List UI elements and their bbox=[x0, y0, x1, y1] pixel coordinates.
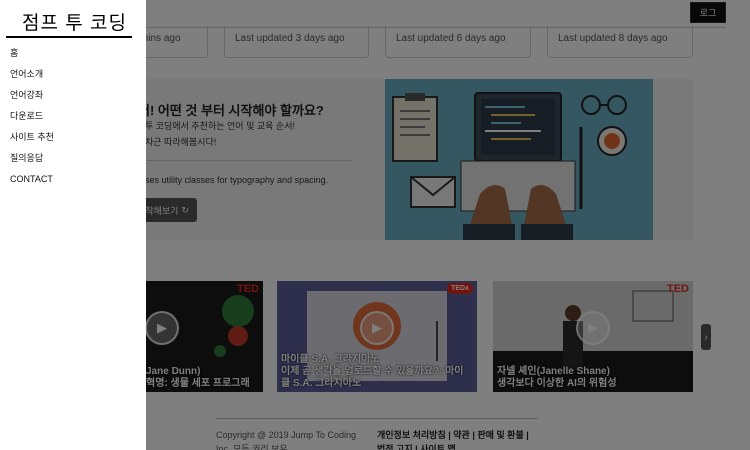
menu-item-language-intro[interactable]: 언어소개 bbox=[10, 67, 54, 88]
side-drawer: 점프 투 코딩 홈 언어소개 언어강좌 다운로드 사이트 추천 질의응답 CON… bbox=[0, 0, 146, 450]
menu-item-language-course[interactable]: 언어강좌 bbox=[10, 88, 54, 109]
drawer-title-underline bbox=[6, 36, 132, 38]
menu-item-home[interactable]: 홈 bbox=[10, 46, 54, 67]
drawer-title: 점프 투 코딩 bbox=[22, 13, 127, 34]
menu-item-site-recommend[interactable]: 사이트 추천 bbox=[10, 130, 54, 151]
drawer-menu: 홈 언어소개 언어강좌 다운로드 사이트 추천 질의응답 CONTACT bbox=[10, 46, 54, 193]
menu-item-contact[interactable]: CONTACT bbox=[10, 172, 54, 193]
menu-item-qna[interactable]: 질의응답 bbox=[10, 151, 54, 172]
menu-item-download[interactable]: 다운로드 bbox=[10, 109, 54, 130]
